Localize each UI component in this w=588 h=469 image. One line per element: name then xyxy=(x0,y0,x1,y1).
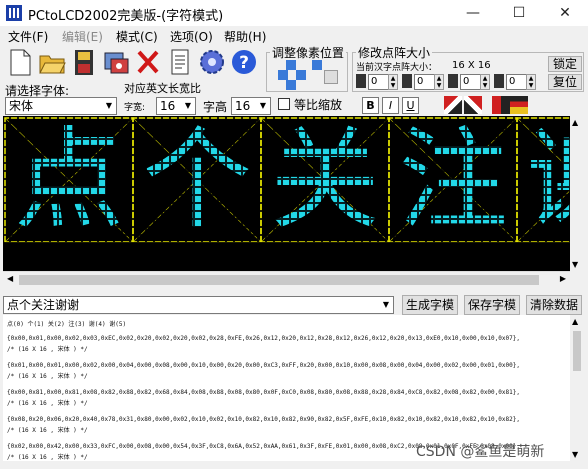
height-top-icon xyxy=(448,74,458,88)
output-vertical-scrollbar[interactable]: ▲ ▼ xyxy=(570,315,584,461)
save-font-button[interactable]: 保存字模 xyxy=(464,295,520,315)
spin-height-top-arrows[interactable]: ▲ ▼ xyxy=(480,74,490,90)
delete-button[interactable] xyxy=(134,47,164,79)
watermark: CSDN @鲨鱼是萌新 xyxy=(416,444,545,460)
open-file-button[interactable] xyxy=(38,47,68,79)
chevron-down-icon: ▼ xyxy=(259,101,267,110)
new-file-button[interactable] xyxy=(6,47,36,79)
text-input-value: 点个关注谢谢 xyxy=(7,298,80,312)
generate-button[interactable]: 生成字模 xyxy=(402,295,458,315)
pixel-adjust-label: 调整像素位置 xyxy=(270,44,347,61)
clear-button[interactable]: 清除数据 xyxy=(526,295,582,315)
spin-width-right[interactable]: 0 xyxy=(414,74,436,90)
close-button[interactable]: ✕ xyxy=(542,0,588,26)
delete-icon xyxy=(137,50,159,74)
width-right-icon xyxy=(402,74,412,88)
dot-matrix-overlay xyxy=(3,116,570,271)
output-line: {0x01,0x00,0x01,0x00,0x02,0x00,0x04,0x00… xyxy=(7,362,520,369)
underline-button[interactable]: U xyxy=(402,97,419,114)
output-line: /* (16 X 16 , 宋体 ) */ xyxy=(7,346,88,353)
spin-width-right-arrows[interactable]: ▲ ▼ xyxy=(434,74,444,90)
menu-edit[interactable]: 编辑(E) xyxy=(62,28,103,45)
shift-left-button[interactable] xyxy=(278,70,288,80)
notepad-icon xyxy=(171,49,189,75)
spin-height-bottom[interactable]: 0 xyxy=(506,74,528,90)
text-input[interactable]: 点个关注谢谢 ▼ xyxy=(3,296,394,314)
save-button-icon-btn[interactable] xyxy=(70,47,100,79)
char-width-select[interactable]: 16 ▼ xyxy=(156,97,196,115)
output-line: /* (16 X 16 , 宋体 ) */ xyxy=(7,427,88,434)
chevron-down-icon: ▼ xyxy=(382,300,390,309)
output-line: /* (16 X 16 , 宋体 ) */ xyxy=(7,373,88,380)
help-icon: ? xyxy=(232,50,256,74)
chevron-down-icon: ▼ xyxy=(184,101,192,110)
output-line: /* (16 X 16 , 宋体 ) */ xyxy=(7,400,88,407)
output-header: 点(0) 个(1) 关(2) 注(3) 谢(4) 谢(5) xyxy=(7,321,127,328)
spin-height-top[interactable]: 0 xyxy=(460,74,482,90)
current-size-value: 16 X 16 xyxy=(452,60,491,71)
invert-icon[interactable] xyxy=(492,96,510,114)
bold-button[interactable]: B xyxy=(362,97,379,114)
rotate-glyph-icon[interactable] xyxy=(510,96,528,114)
shift-up-button[interactable] xyxy=(286,60,296,70)
new-file-icon xyxy=(10,49,31,76)
char-width-value: 16 xyxy=(160,99,176,113)
char-height-label: 字高 xyxy=(203,100,228,114)
canvas-vertical-scrollbar[interactable]: ▲ ▼ xyxy=(570,116,584,271)
font-name-value: 宋体 xyxy=(9,99,34,113)
current-size-label: 当前汉字点阵大小： xyxy=(356,63,438,73)
title-bar: PCtoLCD2002完美版-(字符模式) — ☐ ✕ xyxy=(0,0,588,26)
svg-text:?: ? xyxy=(239,53,249,73)
font-name-select[interactable]: 宋体 ▼ xyxy=(5,97,117,115)
shift-down-button[interactable] xyxy=(286,80,296,90)
italic-button[interactable]: I xyxy=(382,97,399,114)
spin-width-left[interactable]: 0 xyxy=(368,74,390,90)
output-textarea[interactable]: 点(0) 个(1) 关(2) 注(3) 谢(4) 谢(5) {0x00,0x01… xyxy=(3,315,570,461)
aspect-ratio-label: 对应英文长宽比 xyxy=(124,82,201,95)
width-left-icon xyxy=(356,74,366,88)
menu-file[interactable]: 文件(F) xyxy=(8,28,48,45)
help-button[interactable]: ? xyxy=(230,47,260,79)
spin-height-bottom-arrows[interactable]: ▲ ▼ xyxy=(526,74,536,90)
height-bottom-icon xyxy=(494,74,504,88)
lock-button[interactable]: 锁定 xyxy=(548,56,582,72)
open-folder-icon xyxy=(39,55,66,74)
spin-width-left-arrows[interactable]: ▲ ▼ xyxy=(388,74,398,90)
import-image-button[interactable] xyxy=(102,47,132,79)
resize-label: 修改点阵大小 xyxy=(356,44,433,61)
chevron-down-icon: ▼ xyxy=(105,101,113,110)
rotate-button[interactable] xyxy=(324,70,338,84)
flip-horizontal-icon[interactable] xyxy=(444,96,462,114)
notepad-button[interactable] xyxy=(166,47,196,79)
char-height-value: 16 xyxy=(235,99,251,113)
output-line: {0x00,0x81,0x00,0x81,0x08,0x82,0x88,0x82… xyxy=(7,389,520,396)
char-height-select[interactable]: 16 ▼ xyxy=(231,97,271,115)
output-line: {0x08,0x20,0x06,0x20,0x40,0x78,0x31,0x80… xyxy=(7,416,520,423)
menu-mode[interactable]: 模式(C) xyxy=(116,28,158,45)
settings-button[interactable] xyxy=(198,47,228,79)
proportional-label: 等比缩放 xyxy=(294,98,343,112)
proportional-checkbox[interactable] xyxy=(278,98,290,110)
glyph-preview: 点个关注谢 xyxy=(3,116,570,271)
shift-right-button[interactable] xyxy=(296,70,306,80)
app-icon xyxy=(6,5,22,21)
menu-options[interactable]: 选项(O) xyxy=(170,28,213,45)
glyph-canvas[interactable]: 点个关注谢 xyxy=(3,116,570,271)
minimize-button[interactable]: — xyxy=(450,0,496,26)
maximize-button[interactable]: ☐ xyxy=(496,0,542,26)
output-line: /* (16 X 16 , 宋体 ) */ xyxy=(7,454,88,461)
flip-vertical-button[interactable] xyxy=(312,60,322,70)
import-image-icon xyxy=(104,52,129,74)
canvas-horizontal-scrollbar[interactable]: ◀ ▶ xyxy=(3,271,570,288)
output-line: {0x00,0x01,0x00,0x02,0x03,0xEC,0x02,0x20… xyxy=(7,335,520,342)
menu-help[interactable]: 帮助(H) xyxy=(224,28,266,45)
char-width-label: 字宽: xyxy=(124,103,146,113)
settings-gear-icon xyxy=(200,50,224,74)
save-icon xyxy=(75,50,93,75)
window-title: PCtoLCD2002完美版-(字符模式) xyxy=(28,9,224,24)
mirror-icon[interactable] xyxy=(464,96,482,114)
reset-button[interactable]: 复位 xyxy=(548,74,582,90)
